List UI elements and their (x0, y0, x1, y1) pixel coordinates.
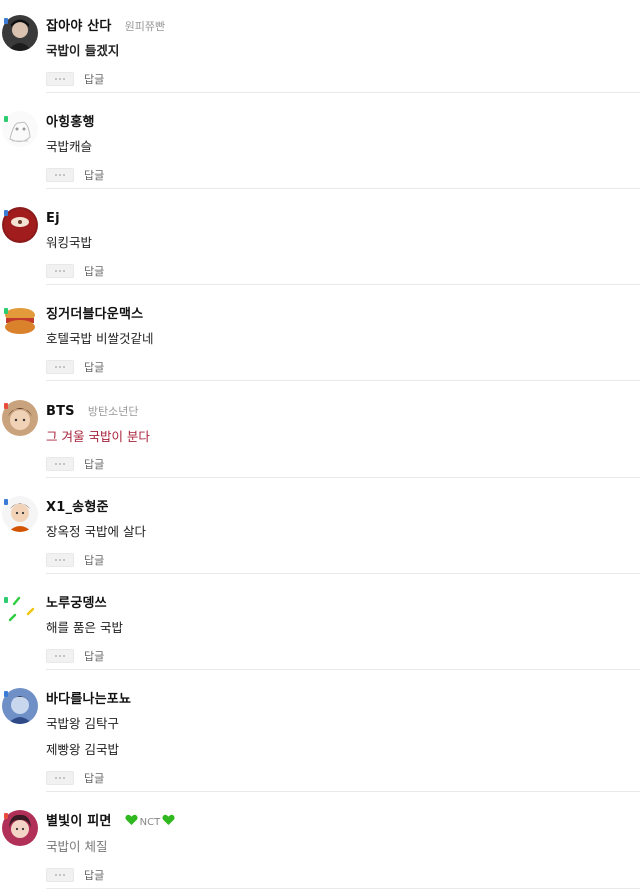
comment-actions: 답글 (46, 68, 104, 86)
divider (46, 380, 640, 381)
more-button[interactable] (46, 263, 74, 278)
reply-button[interactable]: 답글 (84, 361, 104, 374)
nickname[interactable]: 잡아야 산다 (46, 19, 112, 34)
nickname[interactable]: Ej (46, 211, 60, 226)
comment-text: 국밥캐슬 (46, 139, 93, 154)
comment-text: 국밥이 들겠지 (46, 43, 120, 58)
nickname[interactable]: 징거더블다운맥스 (46, 307, 143, 322)
comment-header: 노루궁뎅쓰 (46, 592, 107, 611)
comment-text: 워킹국밥 (46, 235, 93, 250)
comment-actions: 답글 (46, 549, 104, 567)
reply-button[interactable]: 답글 (84, 554, 104, 567)
divider (46, 888, 640, 889)
comment-text: 국밥왕 김탁구 (46, 716, 119, 731)
level-icon (4, 813, 8, 819)
comment-actions: 답글 (46, 864, 104, 882)
reply-button[interactable]: 답글 (84, 458, 104, 471)
comment-text: 호텔국밥 비쌀것같네 (46, 331, 154, 346)
comment-text: 해를 품은 국밥 (46, 620, 123, 635)
comment-actions: 답글 (46, 645, 104, 663)
level-icon (4, 403, 8, 409)
sub-nickname: 원피쮸빤 (124, 20, 166, 33)
reply-button[interactable]: 답글 (84, 169, 104, 182)
level-icon (4, 308, 8, 314)
comment-header: 별빛이 피면 NCT (46, 810, 176, 829)
level-icon (4, 18, 8, 24)
reply-button[interactable]: 답글 (84, 265, 104, 278)
comment-header: 징거더블다운맥스 (46, 303, 143, 322)
more-button[interactable] (46, 167, 74, 182)
divider (46, 477, 640, 478)
nickname[interactable]: BTS (46, 404, 75, 419)
level-icon (4, 597, 8, 603)
comment-actions: 답글 (46, 164, 104, 182)
level-icon (4, 499, 8, 505)
reply-button[interactable]: 답글 (84, 772, 104, 785)
more-button[interactable] (46, 552, 74, 567)
heart-icon (125, 814, 138, 825)
divider (46, 791, 640, 792)
level-icon (4, 210, 8, 216)
more-button[interactable] (46, 71, 74, 86)
comment-header: 바다를나는포뇨 (46, 688, 131, 707)
comment-text: 그 겨울 국밥이 분다 (46, 429, 150, 444)
heart-icon (162, 814, 175, 825)
comment-text: 장옥정 국밥에 살다 (46, 524, 146, 539)
more-button[interactable] (46, 867, 74, 882)
comment-actions: 답글 (46, 356, 104, 374)
comment-actions: 답글 (46, 453, 104, 471)
more-button[interactable] (46, 359, 74, 374)
comment-text: 국밥이 체질 (46, 839, 108, 854)
nickname[interactable]: 노루궁뎅쓰 (46, 596, 107, 611)
reply-button[interactable]: 답글 (84, 650, 104, 663)
comment-header: X1_송형준 (46, 496, 109, 515)
divider (46, 284, 640, 285)
nickname[interactable]: 아힝홍행 (46, 115, 95, 130)
more-button[interactable] (46, 770, 74, 785)
nickname[interactable]: 별빛이 피면 (46, 814, 112, 829)
more-button[interactable] (46, 456, 74, 471)
comment-header: Ej (46, 207, 60, 226)
comment-actions: 답글 (46, 260, 104, 278)
divider (46, 92, 640, 93)
comment-actions: 답글 (46, 767, 104, 785)
comment-header: 잡아야 산다 원피쮸빤 (46, 15, 166, 34)
nickname[interactable]: X1_송형준 (46, 500, 109, 515)
level-icon (4, 691, 8, 697)
comment-text: 제빵왕 김국밥 (46, 742, 119, 757)
nickname[interactable]: 바다를나는포뇨 (46, 692, 131, 707)
level-icon (4, 116, 8, 122)
divider (46, 669, 640, 670)
divider (46, 188, 640, 189)
comment-header: 아힝홍행 (46, 111, 95, 130)
reply-button[interactable]: 답글 (84, 869, 104, 882)
sub-nickname-badge: NCT (125, 810, 176, 829)
more-button[interactable] (46, 648, 74, 663)
comment-header: BTS 방탄소년단 (46, 400, 139, 419)
sub-nickname: NCT (139, 817, 161, 828)
divider (46, 573, 640, 574)
sub-nickname: 방탄소년단 (87, 405, 139, 418)
reply-button[interactable]: 답글 (84, 73, 104, 86)
